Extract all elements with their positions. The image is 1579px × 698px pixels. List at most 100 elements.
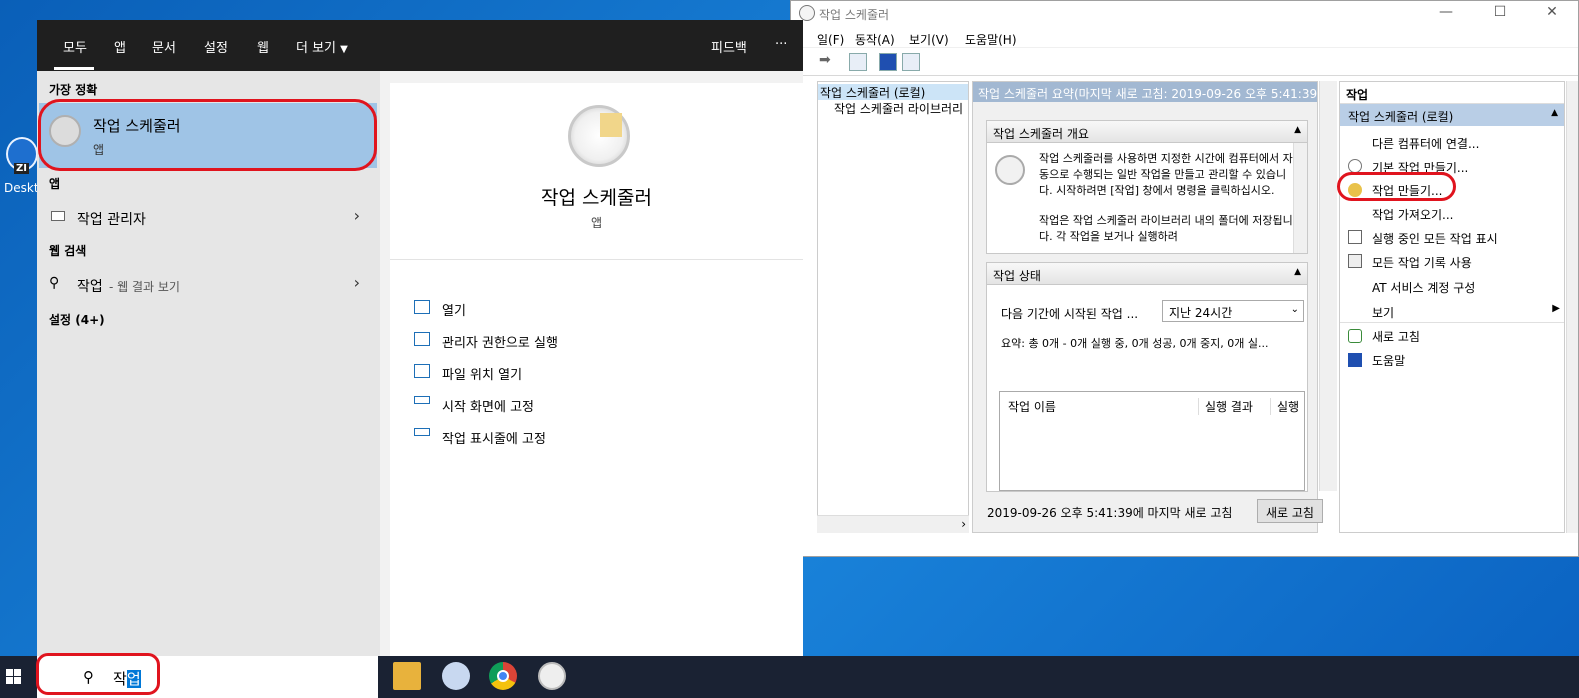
tab-settings[interactable]: 설정 bbox=[204, 37, 228, 56]
search-icon: ⚲ bbox=[49, 275, 60, 291]
windows-start-button[interactable] bbox=[0, 656, 37, 698]
tab-web[interactable]: 웹 bbox=[257, 37, 269, 56]
web-result-item[interactable]: ⚲ 작업 - 웹 결과 보기 › bbox=[37, 269, 380, 299]
chevron-down-icon: ▼ bbox=[340, 44, 348, 55]
clock-icon bbox=[995, 155, 1025, 185]
forward-arrow-icon[interactable]: ➡ bbox=[819, 52, 831, 68]
open-icon bbox=[414, 300, 430, 314]
actions-scrollbar[interactable] bbox=[1566, 81, 1578, 533]
action-enable-history[interactable]: 모든 작업 기록 사용 bbox=[1372, 254, 1472, 271]
column-header-result[interactable]: 실행 결과 bbox=[1198, 398, 1253, 415]
minimize-button[interactable]: — bbox=[1423, 4, 1469, 20]
summary-scrollbar[interactable] bbox=[1319, 81, 1337, 491]
action-help[interactable]: 도움말 bbox=[1372, 352, 1405, 369]
running-tasks-icon bbox=[1348, 230, 1362, 244]
show-action-pane-icon[interactable] bbox=[902, 53, 920, 71]
toolbar: ➡ bbox=[791, 48, 1578, 76]
overview-scrollbar[interactable] bbox=[1293, 143, 1307, 253]
task-manager-icon bbox=[51, 211, 65, 221]
divider bbox=[1340, 322, 1564, 323]
tab-more[interactable]: 더 보기 ▼ bbox=[296, 37, 348, 56]
show-hide-tree-icon[interactable] bbox=[849, 53, 867, 71]
taskbar: ⚲ 작업 bbox=[0, 656, 1579, 698]
summary-pane: 작업 스케줄러 요약(마지막 새로 고침: 2019-09-26 오후 5:41… bbox=[972, 81, 1323, 533]
pin-icon bbox=[414, 428, 430, 436]
web-result-query: 작업 bbox=[77, 279, 103, 295]
tree-item-library[interactable]: 작업 스케줄러 라이브러리 bbox=[818, 100, 963, 117]
console-tree: 작업 스케줄러 (로컬) 작업 스케줄러 라이브러리 bbox=[817, 81, 969, 533]
summary-header: 작업 스케줄러 요약(마지막 새로 고침: 2019-09-26 오후 5:41… bbox=[973, 82, 1317, 102]
overview-header[interactable]: 작업 스케줄러 개요 ▲ bbox=[987, 121, 1307, 143]
collapse-icon[interactable]: ▲ bbox=[1551, 108, 1558, 118]
apps-label: 앱 bbox=[49, 177, 61, 191]
overview-section: 작업 스케줄러 개요 ▲ 작업 스케줄러를 사용하면 지정한 시간에 컴퓨터에서… bbox=[986, 120, 1308, 254]
status-title: 작업 상태 bbox=[993, 269, 1041, 283]
highlight-create-task bbox=[1337, 172, 1456, 201]
action-open[interactable]: 열기 bbox=[442, 300, 466, 319]
tree-horizontal-scrollbar[interactable]: › bbox=[817, 515, 969, 533]
status-header[interactable]: 작업 상태 ▲ bbox=[987, 263, 1307, 285]
detail-title: 작업 스케줄러 bbox=[541, 187, 652, 209]
column-header-name[interactable]: 작업 이름 bbox=[1008, 398, 1056, 415]
scroll-right-icon[interactable]: › bbox=[961, 517, 966, 531]
refresh-button[interactable]: 새로 고침 bbox=[1257, 499, 1323, 523]
action-run-as-admin[interactable]: 관리자 권한으로 실행 bbox=[442, 332, 558, 351]
actions-pane: 작업 작업 스케줄러 (로컬) ▲ 다른 컴퓨터에 연결... 기본 작업 만들… bbox=[1339, 81, 1565, 533]
task-scheduler-taskbar-icon[interactable] bbox=[538, 662, 566, 690]
task-scheduler-window: 작업 스케줄러 — ☐ ✕ 일(F) 동작(A) 보기(V) 도움말(H) ➡ … bbox=[790, 0, 1579, 557]
action-pin-to-start[interactable]: 시작 화면에 고정 bbox=[442, 396, 534, 415]
web-result-suffix: - 웹 결과 보기 bbox=[109, 280, 180, 294]
file-explorer-icon[interactable] bbox=[393, 662, 421, 690]
paint-icon[interactable] bbox=[442, 662, 470, 690]
file-location-icon bbox=[414, 364, 430, 378]
chrome-icon[interactable] bbox=[489, 662, 517, 690]
detail-pane: 작업 스케줄러 앱 열기 관리자 권한으로 실행 파일 위치 열기 시작 화면에… bbox=[390, 83, 803, 660]
menu-bar: 일(F) 동작(A) 보기(V) 도움말(H) bbox=[791, 25, 1578, 48]
chevron-right-icon[interactable]: › bbox=[354, 273, 360, 292]
menu-action[interactable]: 동작(A) bbox=[855, 31, 895, 48]
action-refresh[interactable]: 새로 고침 bbox=[1372, 328, 1420, 345]
desktop-icon-badge: ZI bbox=[14, 163, 29, 174]
menu-file[interactable]: 일(F) bbox=[817, 31, 844, 48]
action-at-service[interactable]: AT 서비스 계정 구성 bbox=[1372, 279, 1475, 296]
collapse-icon[interactable]: ▲ bbox=[1294, 267, 1301, 277]
action-import-task[interactable]: 작업 가져오기... bbox=[1372, 206, 1454, 223]
task-status-table: 작업 이름 실행 결과 실행 bbox=[999, 391, 1305, 491]
basic-task-icon bbox=[1348, 159, 1362, 173]
web-search-label: 웹 검색 bbox=[49, 244, 87, 258]
close-button[interactable]: ✕ bbox=[1529, 4, 1575, 20]
settings-label[interactable]: 설정 (4+) bbox=[49, 311, 105, 328]
tab-documents[interactable]: 문서 bbox=[152, 37, 176, 56]
more-options-button[interactable]: ··· bbox=[775, 37, 787, 52]
divider bbox=[390, 259, 803, 260]
maximize-button[interactable]: ☐ bbox=[1477, 4, 1523, 20]
menu-help[interactable]: 도움말(H) bbox=[965, 31, 1017, 48]
tree-item-local[interactable]: 작업 스케줄러 (로컬) bbox=[818, 84, 968, 100]
chevron-right-icon[interactable]: › bbox=[354, 206, 360, 225]
active-tab-indicator bbox=[54, 67, 94, 70]
tab-apps[interactable]: 앱 bbox=[114, 37, 126, 56]
column-header-run[interactable]: 실행 bbox=[1270, 398, 1299, 415]
menu-view[interactable]: 보기(V) bbox=[909, 31, 949, 48]
collapse-icon[interactable]: ▲ bbox=[1294, 125, 1301, 135]
app-result-item[interactable]: 작업 관리자 › bbox=[37, 202, 380, 232]
clock-icon bbox=[568, 105, 630, 167]
search-tabs: 모두 앱 문서 설정 웹 더 보기 ▼ 피드백 ··· bbox=[37, 20, 803, 71]
action-display-running[interactable]: 실행 중인 모든 작업 표시 bbox=[1372, 230, 1498, 247]
title-bar[interactable]: 작업 스케줄러 — ☐ ✕ bbox=[791, 1, 1578, 25]
action-connect[interactable]: 다른 컴퓨터에 연결... bbox=[1372, 135, 1479, 152]
windows-logo-icon bbox=[6, 669, 13, 676]
actions-title: 작업 bbox=[1340, 82, 1564, 104]
tab-more-label: 더 보기 bbox=[296, 41, 337, 56]
feedback-button[interactable]: 피드백 bbox=[711, 37, 747, 56]
tab-all[interactable]: 모두 bbox=[63, 37, 87, 56]
action-pin-to-taskbar[interactable]: 작업 표시줄에 고정 bbox=[442, 428, 546, 447]
actions-subheader[interactable]: 작업 스케줄러 (로컬) ▲ bbox=[1340, 104, 1564, 126]
status-period-select[interactable]: 지난 24시간 ⌄ bbox=[1162, 300, 1304, 322]
chevron-down-icon: ⌄ bbox=[1290, 304, 1299, 315]
pin-icon bbox=[414, 396, 430, 404]
help-icon[interactable] bbox=[879, 53, 897, 71]
action-view[interactable]: 보기 bbox=[1372, 304, 1394, 321]
status-period-value: 지난 24시간 bbox=[1169, 306, 1233, 320]
action-open-file-location[interactable]: 파일 위치 열기 bbox=[442, 364, 522, 383]
